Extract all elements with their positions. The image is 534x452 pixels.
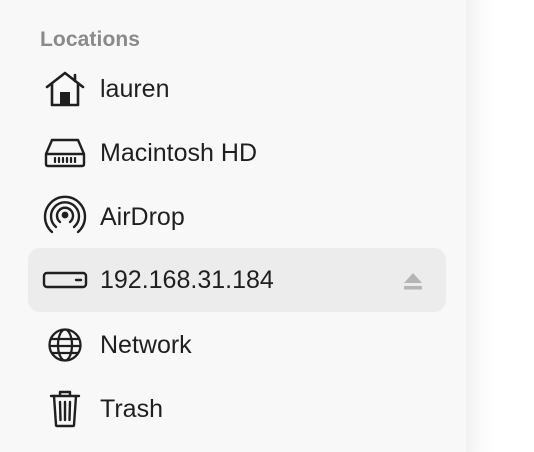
home-icon: [42, 69, 88, 109]
internal-drive-icon: [42, 133, 88, 173]
sidebar-item-network[interactable]: Network: [28, 313, 446, 377]
sidebar-item-label: lauren: [100, 75, 170, 103]
sidebar-item-lauren[interactable]: lauren: [28, 57, 446, 121]
network-server-icon: [42, 260, 88, 300]
section-title-locations: Locations: [40, 28, 141, 51]
globe-icon: [42, 325, 88, 365]
sidebar-item-trash[interactable]: Trash: [28, 377, 446, 441]
sidebar-item-macintosh-hd[interactable]: Macintosh HD: [28, 121, 446, 185]
finder-sidebar: Locations lauren Macintosh HD AirDrop 19…: [0, 0, 466, 452]
sidebar-item-server[interactable]: 192.168.31.184: [28, 248, 446, 312]
sidebar-item-label: Network: [100, 331, 192, 359]
airdrop-icon: [42, 195, 88, 237]
trash-icon: [42, 389, 88, 429]
content-area-edge: [466, 0, 534, 452]
eject-icon[interactable]: [402, 271, 424, 291]
sidebar-item-label: Macintosh HD: [100, 139, 257, 167]
sidebar-item-label: 192.168.31.184: [100, 266, 274, 294]
sidebar-item-label: Trash: [100, 395, 163, 423]
sidebar-item-label: AirDrop: [100, 203, 185, 231]
sidebar-item-airdrop[interactable]: AirDrop: [28, 185, 446, 249]
